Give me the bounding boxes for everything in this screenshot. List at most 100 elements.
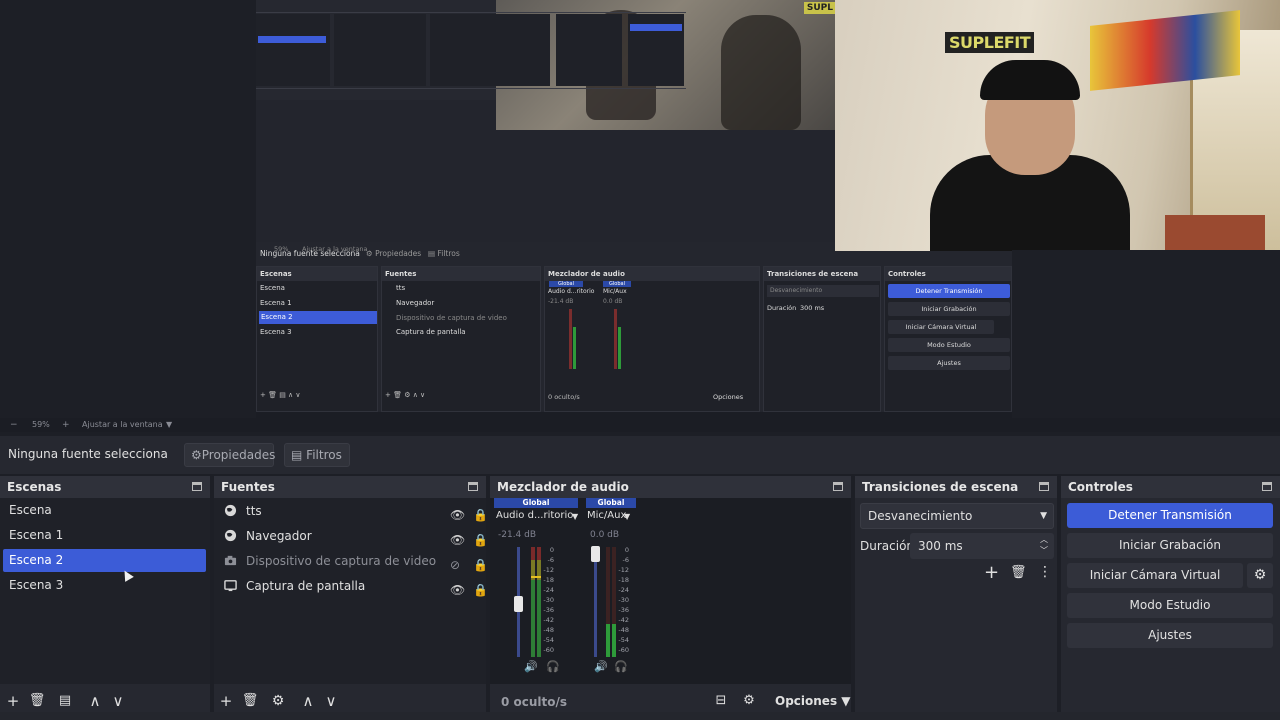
nested-sources-panel: Fuentes tts Navegador Dispositivo de cap…: [381, 266, 541, 412]
headphones-icon[interactable]: 🎧: [546, 660, 560, 673]
hidden-count: 0 oculto/s: [501, 695, 568, 709]
properties-label: Propiedades: [201, 448, 276, 462]
nested-mini-obs: [256, 0, 686, 100]
add-transition-icon[interactable]: +: [984, 562, 999, 583]
scene-item[interactable]: Escena: [3, 499, 206, 522]
properties-button[interactable]: ⚙Propiedades: [184, 443, 276, 467]
chevron-up-icon[interactable]: ∧: [86, 692, 104, 710]
trash-icon[interactable]: 🗑: [241, 692, 259, 710]
gear-icon[interactable]: ⚙: [740, 692, 758, 710]
nested-transitions-panel: Transiciones de escena Desvanecimiento D…: [763, 266, 881, 412]
source-toolbar: Ninguna fuente selecciona ⚙Propiedades ▤…: [0, 436, 1280, 474]
chevron-down-icon[interactable]: ∨: [322, 692, 340, 710]
lock-icon[interactable]: 🔒: [473, 504, 488, 526]
mixer-channel-name: Mic/Aux: [587, 510, 627, 521]
start-recording-button[interactable]: Iniciar Grabación: [1067, 533, 1273, 558]
webcam-video: SUPLEFIT: [835, 0, 1280, 251]
undock-icon[interactable]: [1262, 482, 1272, 491]
speaker-icon[interactable]: 🔊: [524, 660, 538, 673]
mixer-channel-db: 0.0 dB: [590, 530, 620, 540]
settings-button[interactable]: Ajustes: [1067, 623, 1273, 648]
source-item[interactable]: Captura de pantalla 👁 🔒: [222, 575, 488, 597]
mixer-channel-name: Audio d...ritorio: [496, 510, 574, 521]
filter-icon[interactable]: ▤: [56, 692, 74, 710]
filters-label: Filtros: [306, 448, 342, 462]
lock-icon[interactable]: 🔒: [473, 529, 488, 551]
transitions-title: Transiciones de escena: [855, 476, 1057, 498]
audio-mixer-dock: Mezclador de audio Global Audio d...rito…: [490, 476, 851, 720]
studio-mode-button[interactable]: Modo Estudio: [1067, 593, 1273, 618]
source-item[interactable]: Navegador 👁 🔒: [222, 525, 488, 547]
scenes-dock: Escenas Escena Escena 1 Escena 2 Escena …: [0, 476, 210, 720]
globe-icon: [224, 529, 237, 542]
sources-list: tts 👁 🔒 Navegador 👁 🔒 Dispositivo de cap…: [214, 498, 488, 684]
webcam-brand-logo: SUPLEFIT: [945, 32, 1035, 53]
chevron-down-icon: ▼: [1040, 511, 1047, 521]
filter-icon: ▤: [291, 448, 303, 462]
transition-select[interactable]: Desvanecimiento ▼: [860, 503, 1054, 529]
undock-icon[interactable]: [1039, 482, 1049, 491]
zoom-in-button[interactable]: +: [62, 420, 70, 430]
stop-stream-button[interactable]: Detener Transmisión: [1067, 503, 1273, 528]
no-source-label: Ninguna fuente selecciona: [8, 447, 168, 461]
eye-icon[interactable]: 👁: [450, 504, 465, 526]
preview-empty: [1012, 250, 1280, 418]
scene-item[interactable]: Escena 3: [3, 574, 206, 597]
volume-slider-handle[interactable]: [591, 546, 600, 562]
sources-title: Fuentes: [214, 476, 486, 498]
mixer-global-badge: Global: [586, 498, 636, 508]
zoom-fit-select[interactable]: Ajustar a la ventana: [82, 420, 163, 429]
scene-item-selected[interactable]: Escena 2: [3, 549, 206, 572]
eye-icon[interactable]: 👁: [450, 579, 465, 601]
volume-slider-handle[interactable]: [514, 596, 523, 612]
gear-icon: ⚙: [191, 448, 202, 462]
gear-icon[interactable]: ⚙: [269, 692, 287, 710]
add-icon[interactable]: +: [217, 692, 235, 710]
undock-icon[interactable]: [192, 482, 202, 491]
nested-mixer-panel: Mezclador de audio Global Global Audio d…: [544, 266, 760, 412]
source-item[interactable]: tts 👁 🔒: [222, 500, 488, 522]
options-menu[interactable]: Opciones ▼: [775, 694, 851, 708]
scenes-list: Escena Escena 1 Escena 2 Escena 3: [0, 498, 210, 684]
nested-obs-window: 59% Ajustar a la ventana Ninguna fuente …: [256, 242, 1012, 412]
trash-icon[interactable]: 🗑: [1010, 565, 1027, 580]
zoom-out-button[interactable]: −: [10, 420, 18, 430]
volume-meter: [531, 547, 535, 657]
chevron-down-icon[interactable]: ▼: [624, 512, 630, 521]
gear-icon[interactable]: ⚙: [1247, 563, 1273, 588]
eye-hidden-icon[interactable]: ⊘: [450, 554, 460, 576]
undock-icon[interactable]: [833, 482, 843, 491]
trash-icon[interactable]: 🗑: [28, 692, 46, 710]
zoom-level: 59%: [32, 420, 50, 429]
controls-title: Controles: [1061, 476, 1280, 498]
scene-item[interactable]: Escena 1: [3, 524, 206, 547]
filters-button[interactable]: ▤ Filtros: [284, 443, 350, 467]
preview-area[interactable]: SUPL 59% Ajustar a la ventana Ninguna fu…: [0, 0, 1280, 418]
layout-icon[interactable]: ⊟: [712, 692, 730, 710]
add-icon[interactable]: +: [4, 692, 22, 710]
chevron-down-icon[interactable]: ▼: [166, 420, 172, 429]
lock-icon[interactable]: 🔒: [473, 554, 488, 576]
nested-no-source: Ninguna fuente selecciona: [260, 249, 360, 258]
spin-arrows-icon[interactable]: ︿ ﹀: [1040, 534, 1048, 556]
speaker-icon[interactable]: 🔊: [594, 660, 608, 673]
source-item-hidden[interactable]: Dispositivo de captura de video ⊘ 🔒: [222, 550, 488, 572]
nested-scenes-panel: Escenas Escena Escena 1 Escena 2 Escena …: [256, 266, 378, 412]
scenes-title: Escenas: [0, 476, 210, 498]
volume-slider[interactable]: [594, 547, 597, 657]
chevron-down-icon[interactable]: ∨: [109, 692, 127, 710]
nested-brand-logo: SUPL: [803, 2, 836, 14]
mixer-channel-db: -21.4 dB: [498, 530, 537, 540]
duration-spinbox[interactable]: 300 ms ︿ ﹀: [910, 533, 1054, 559]
mixer-global-badge: Global: [494, 498, 578, 508]
volume-meter: [606, 547, 610, 657]
start-virtual-camera-button[interactable]: Iniciar Cámara Virtual: [1067, 563, 1243, 588]
eye-icon[interactable]: 👁: [450, 529, 465, 551]
headphones-icon[interactable]: 🎧: [614, 660, 628, 673]
more-icon[interactable]: ⋮: [1038, 564, 1052, 580]
status-bar: [0, 712, 1280, 720]
chevron-up-icon[interactable]: ∧: [299, 692, 317, 710]
undock-icon[interactable]: [468, 482, 478, 491]
lock-icon[interactable]: 🔒: [473, 579, 488, 601]
chevron-down-icon[interactable]: ▼: [572, 512, 578, 521]
